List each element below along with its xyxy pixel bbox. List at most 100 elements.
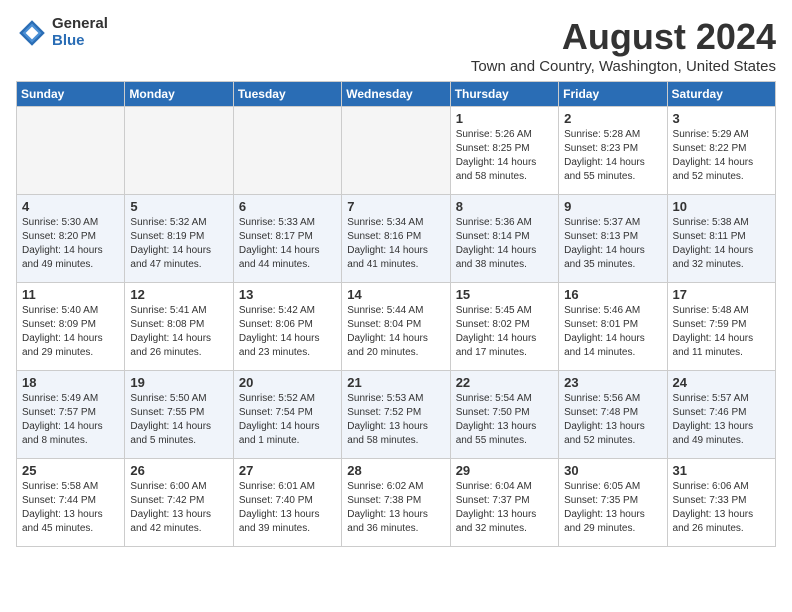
header-monday: Monday xyxy=(125,82,233,107)
day-number: 12 xyxy=(130,287,227,302)
logo-general: General xyxy=(52,16,108,33)
day-info: Sunrise: 6:05 AM Sunset: 7:35 PM Dayligh… xyxy=(564,480,661,536)
calendar-cell: 26 Sunrise: 6:00 AM Sunset: 7:42 PM Dayli… xyxy=(125,459,233,547)
day-number: 1 xyxy=(456,111,553,126)
week-row-5: 25 Sunrise: 5:58 AM Sunset: 7:44 PM Dayli… xyxy=(17,459,776,547)
calendar-cell: 30 Sunrise: 6:05 AM Sunset: 7:35 PM Dayli… xyxy=(559,459,667,547)
day-number: 18 xyxy=(22,375,119,390)
day-info: Sunrise: 5:32 AM Sunset: 8:19 PM Dayligh… xyxy=(130,216,227,272)
day-number: 27 xyxy=(239,463,336,478)
day-number: 5 xyxy=(130,199,227,214)
page-header: General Blue August 2024 Town and Countr… xyxy=(16,16,776,75)
day-number: 4 xyxy=(22,199,119,214)
day-info: Sunrise: 5:56 AM Sunset: 7:48 PM Dayligh… xyxy=(564,392,661,448)
calendar-cell: 14 Sunrise: 5:44 AM Sunset: 8:04 PM Dayli… xyxy=(342,283,450,371)
day-info: Sunrise: 5:33 AM Sunset: 8:17 PM Dayligh… xyxy=(239,216,336,272)
header-sunday: Sunday xyxy=(17,82,125,107)
day-info: Sunrise: 5:44 AM Sunset: 8:04 PM Dayligh… xyxy=(347,304,444,360)
day-number: 28 xyxy=(347,463,444,478)
day-number: 11 xyxy=(22,287,119,302)
day-number: 9 xyxy=(564,199,661,214)
calendar-cell: 6 Sunrise: 5:33 AM Sunset: 8:17 PM Daylig… xyxy=(233,195,341,283)
calendar-cell: 1 Sunrise: 5:26 AM Sunset: 8:25 PM Daylig… xyxy=(450,107,558,195)
week-row-1: 1 Sunrise: 5:26 AM Sunset: 8:25 PM Daylig… xyxy=(17,107,776,195)
logo-icon xyxy=(16,17,48,49)
calendar-cell: 4 Sunrise: 5:30 AM Sunset: 8:20 PM Daylig… xyxy=(17,195,125,283)
day-number: 16 xyxy=(564,287,661,302)
day-info: Sunrise: 5:48 AM Sunset: 7:59 PM Dayligh… xyxy=(673,304,770,360)
day-number: 26 xyxy=(130,463,227,478)
day-number: 3 xyxy=(673,111,770,126)
day-info: Sunrise: 5:41 AM Sunset: 8:08 PM Dayligh… xyxy=(130,304,227,360)
day-info: Sunrise: 6:02 AM Sunset: 7:38 PM Dayligh… xyxy=(347,480,444,536)
day-info: Sunrise: 5:54 AM Sunset: 7:50 PM Dayligh… xyxy=(456,392,553,448)
day-info: Sunrise: 5:50 AM Sunset: 7:55 PM Dayligh… xyxy=(130,392,227,448)
calendar-cell: 29 Sunrise: 6:04 AM Sunset: 7:37 PM Dayli… xyxy=(450,459,558,547)
day-info: Sunrise: 5:40 AM Sunset: 8:09 PM Dayligh… xyxy=(22,304,119,360)
calendar-cell: 24Sunrise: 5:57 AM Sunset: 7:46 PM Dayli… xyxy=(667,371,775,459)
day-number: 29 xyxy=(456,463,553,478)
week-row-2: 4 Sunrise: 5:30 AM Sunset: 8:20 PM Daylig… xyxy=(17,195,776,283)
day-info: Sunrise: 6:06 AM Sunset: 7:33 PM Dayligh… xyxy=(673,480,770,536)
day-number: 6 xyxy=(239,199,336,214)
day-info: Sunrise: 5:46 AM Sunset: 8:01 PM Dayligh… xyxy=(564,304,661,360)
calendar-cell xyxy=(342,107,450,195)
day-number: 25 xyxy=(22,463,119,478)
day-number: 30 xyxy=(564,463,661,478)
day-info: Sunrise: 5:34 AM Sunset: 8:16 PM Dayligh… xyxy=(347,216,444,272)
day-number: 19 xyxy=(130,375,227,390)
calendar-cell: 25 Sunrise: 5:58 AM Sunset: 7:44 PM Dayli… xyxy=(17,459,125,547)
calendar-cell: 13Sunrise: 5:42 AM Sunset: 8:06 PM Dayli… xyxy=(233,283,341,371)
header-friday: Friday xyxy=(559,82,667,107)
day-info: Sunrise: 6:00 AM Sunset: 7:42 PM Dayligh… xyxy=(130,480,227,536)
day-info: Sunrise: 5:36 AM Sunset: 8:14 PM Dayligh… xyxy=(456,216,553,272)
logo-text: General Blue xyxy=(52,16,108,49)
day-info: Sunrise: 6:01 AM Sunset: 7:40 PM Dayligh… xyxy=(239,480,336,536)
subtitle: Town and Country, Washington, United Sta… xyxy=(471,58,776,75)
day-info: Sunrise: 5:28 AM Sunset: 8:23 PM Dayligh… xyxy=(564,128,661,184)
calendar-cell: 11 Sunrise: 5:40 AM Sunset: 8:09 PM Dayli… xyxy=(17,283,125,371)
day-info: Sunrise: 5:57 AM Sunset: 7:46 PM Dayligh… xyxy=(673,392,770,448)
logo: General Blue xyxy=(16,16,108,49)
day-info: Sunrise: 5:26 AM Sunset: 8:25 PM Dayligh… xyxy=(456,128,553,184)
calendar-cell: 2Sunrise: 5:28 AM Sunset: 8:23 PM Daylig… xyxy=(559,107,667,195)
day-number: 14 xyxy=(347,287,444,302)
day-info: Sunrise: 5:53 AM Sunset: 7:52 PM Dayligh… xyxy=(347,392,444,448)
logo-blue: Blue xyxy=(52,33,108,50)
calendar-cell: 31Sunrise: 6:06 AM Sunset: 7:33 PM Dayli… xyxy=(667,459,775,547)
calendar-cell: 3 Sunrise: 5:29 AM Sunset: 8:22 PM Daylig… xyxy=(667,107,775,195)
header-thursday: Thursday xyxy=(450,82,558,107)
day-number: 17 xyxy=(673,287,770,302)
header-wednesday: Wednesday xyxy=(342,82,450,107)
day-info: Sunrise: 5:49 AM Sunset: 7:57 PM Dayligh… xyxy=(22,392,119,448)
day-info: Sunrise: 5:30 AM Sunset: 8:20 PM Dayligh… xyxy=(22,216,119,272)
day-number: 10 xyxy=(673,199,770,214)
header-tuesday: Tuesday xyxy=(233,82,341,107)
day-info: Sunrise: 5:38 AM Sunset: 8:11 PM Dayligh… xyxy=(673,216,770,272)
day-number: 13 xyxy=(239,287,336,302)
calendar-cell: 5 Sunrise: 5:32 AM Sunset: 8:19 PM Daylig… xyxy=(125,195,233,283)
day-info: Sunrise: 5:45 AM Sunset: 8:02 PM Dayligh… xyxy=(456,304,553,360)
header-saturday: Saturday xyxy=(667,82,775,107)
calendar-cell: 10 Sunrise: 5:38 AM Sunset: 8:11 PM Dayli… xyxy=(667,195,775,283)
calendar-cell: 23Sunrise: 5:56 AM Sunset: 7:48 PM Dayli… xyxy=(559,371,667,459)
calendar-cell: 22Sunrise: 5:54 AM Sunset: 7:50 PM Dayli… xyxy=(450,371,558,459)
calendar-cell: 20Sunrise: 5:52 AM Sunset: 7:54 PM Dayli… xyxy=(233,371,341,459)
day-info: Sunrise: 5:29 AM Sunset: 8:22 PM Dayligh… xyxy=(673,128,770,184)
day-number: 15 xyxy=(456,287,553,302)
calendar-cell: 17 Sunrise: 5:48 AM Sunset: 7:59 PM Dayli… xyxy=(667,283,775,371)
week-row-4: 18 Sunrise: 5:49 AM Sunset: 7:57 PM Dayli… xyxy=(17,371,776,459)
day-info: Sunrise: 5:58 AM Sunset: 7:44 PM Dayligh… xyxy=(22,480,119,536)
calendar-cell xyxy=(17,107,125,195)
day-info: Sunrise: 6:04 AM Sunset: 7:37 PM Dayligh… xyxy=(456,480,553,536)
calendar-cell: 16 Sunrise: 5:46 AM Sunset: 8:01 PM Dayli… xyxy=(559,283,667,371)
calendar-cell xyxy=(233,107,341,195)
calendar-cell: 28 Sunrise: 6:02 AM Sunset: 7:38 PM Dayli… xyxy=(342,459,450,547)
calendar-cell: 27 Sunrise: 6:01 AM Sunset: 7:40 PM Dayli… xyxy=(233,459,341,547)
calendar-cell: 12 Sunrise: 5:41 AM Sunset: 8:08 PM Dayli… xyxy=(125,283,233,371)
day-number: 20 xyxy=(239,375,336,390)
calendar-cell: 18 Sunrise: 5:49 AM Sunset: 7:57 PM Dayli… xyxy=(17,371,125,459)
header-row: SundayMondayTuesdayWednesdayThursdayFrid… xyxy=(17,82,776,107)
calendar-cell: 8 Sunrise: 5:36 AM Sunset: 8:14 PM Daylig… xyxy=(450,195,558,283)
day-number: 8 xyxy=(456,199,553,214)
